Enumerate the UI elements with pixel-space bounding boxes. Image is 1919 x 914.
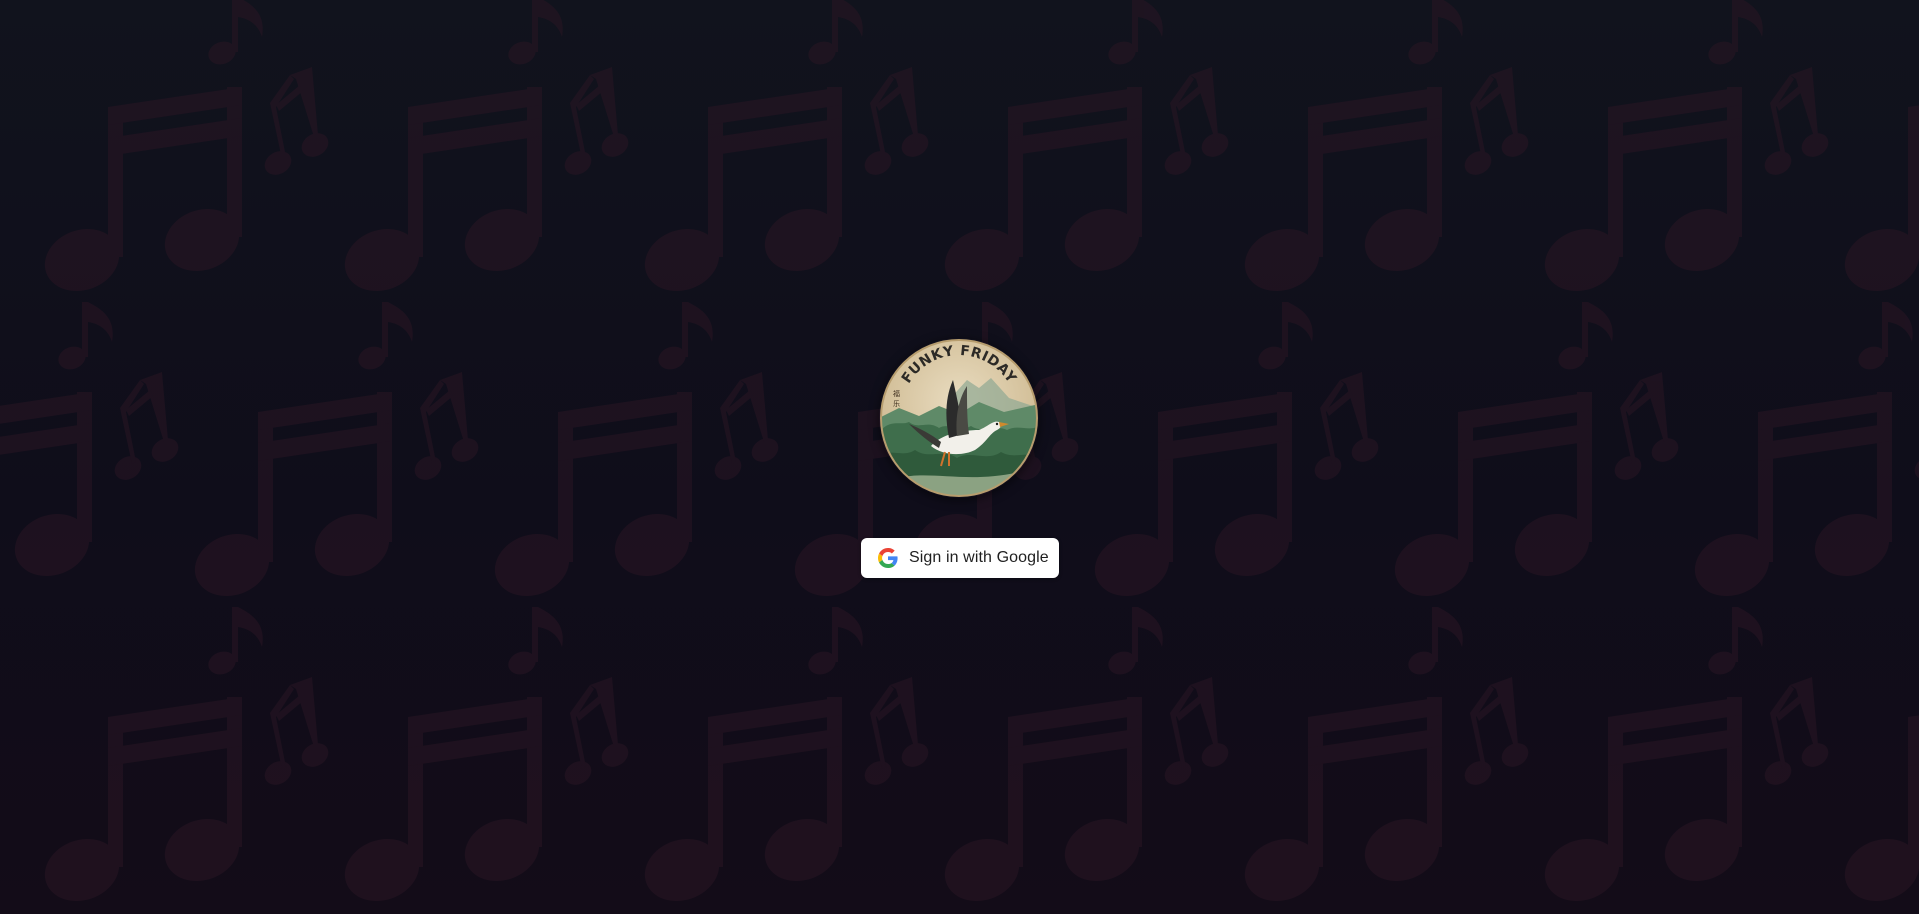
login-panel: 福 乐 FUNKY FRIDAY Sign in with Google xyxy=(0,0,1919,914)
sign-in-button-label: Sign in with Google xyxy=(909,549,1049,566)
svg-text:乐: 乐 xyxy=(893,399,900,408)
svg-text:福: 福 xyxy=(893,389,900,398)
google-g-icon xyxy=(878,548,898,568)
sign-in-with-google-button[interactable]: Sign in with Google xyxy=(861,538,1059,578)
funky-friday-logo: 福 乐 FUNKY FRIDAY xyxy=(879,338,1039,498)
